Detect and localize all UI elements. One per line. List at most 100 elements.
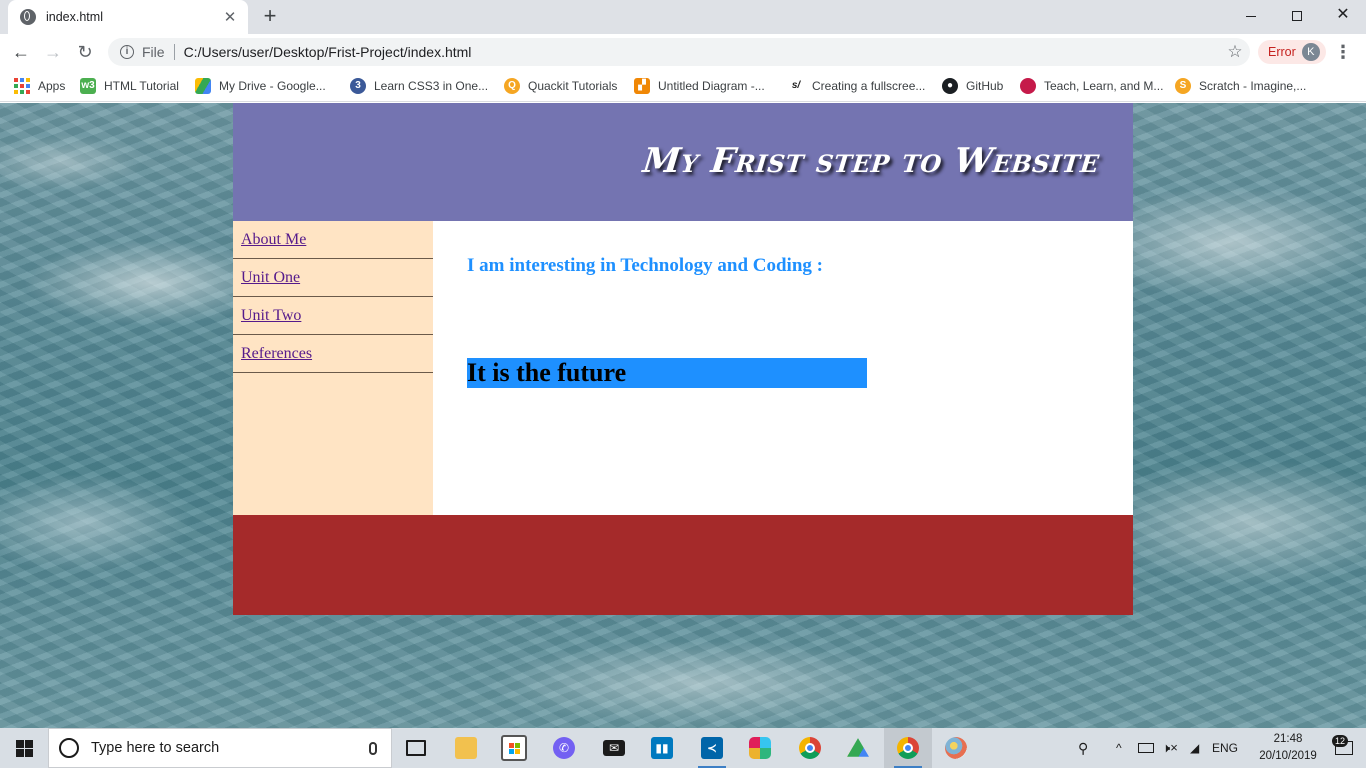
bookmark-html-tutorial[interactable]: w3 HTML Tutorial	[80, 76, 179, 96]
slack-icon	[749, 737, 771, 759]
google-drive-icon	[847, 738, 869, 757]
page-viewport: My Frist step to Website About Me Unit O…	[0, 103, 1366, 728]
profile-error-button[interactable]: Error K	[1258, 40, 1326, 64]
bookmark-github[interactable]: ● GitHub	[942, 76, 1003, 96]
w3schools-icon: w3	[80, 78, 96, 94]
bookmark-label: Learn CSS3 in One...	[374, 79, 489, 93]
minimize-icon	[1246, 15, 1256, 17]
store-bag-icon	[501, 735, 527, 761]
menu-kebab-icon[interactable]: ⋮	[1334, 40, 1352, 64]
bookmark-label: Quackit Tutorials	[528, 79, 618, 93]
back-button[interactable]: ←	[8, 39, 34, 65]
show-hidden-icons-button[interactable]: ^	[1116, 728, 1122, 768]
taskbar-vscode[interactable]: ≺	[688, 728, 736, 768]
taskbar-paint[interactable]	[932, 728, 980, 768]
tab-index-html[interactable]: index.html ✕	[8, 0, 248, 34]
action-center-button[interactable]: 12	[1322, 728, 1366, 768]
bookmark-label: Untitled Diagram -...	[658, 79, 765, 93]
nav-link-references[interactable]: References	[241, 345, 312, 363]
info-icon[interactable]: i	[120, 45, 134, 59]
site-main: I am interesting in Technology and Codin…	[433, 221, 1133, 515]
url-text[interactable]: C:/Users/user/Desktop/Frist-Project/inde…	[184, 44, 1220, 60]
bookmark-untitled-diagram[interactable]: ▞ Untitled Diagram -...	[634, 76, 765, 96]
people-button[interactable]: ⚲	[1078, 728, 1088, 768]
search-placeholder: Type here to search	[91, 740, 220, 756]
quackit-icon: Q	[504, 78, 520, 94]
file-explorer-icon	[455, 737, 477, 759]
bookmark-star-icon[interactable]: ☆	[1220, 42, 1250, 62]
address-divider	[173, 44, 175, 60]
paint-palette-icon	[945, 737, 967, 759]
close-window-button[interactable]: ✕	[1320, 0, 1366, 30]
bookmark-raspberry-pi[interactable]: Teach, Learn, and M...	[1020, 76, 1163, 96]
new-tab-button[interactable]: +	[258, 4, 282, 28]
bookmark-label: Scratch - Imagine,...	[1199, 79, 1307, 93]
taskbar-viber[interactable]: ✆	[540, 728, 588, 768]
nav-item-unit-one: Unit One	[233, 259, 433, 297]
bookmark-learn-css3[interactable]: 3 Learn CSS3 in One...	[350, 76, 488, 96]
microphone-icon[interactable]	[369, 741, 377, 755]
nav-link-unit-two[interactable]: Unit Two	[241, 307, 301, 325]
battery-icon	[1138, 743, 1154, 753]
taskbar-chrome-active[interactable]	[884, 728, 932, 768]
error-label: Error	[1268, 45, 1296, 59]
restore-icon	[1292, 11, 1302, 22]
clock-date: 20/10/2019	[1259, 750, 1317, 762]
chevron-up-icon: ^	[1116, 741, 1122, 755]
bookmark-label: HTML Tutorial	[104, 79, 179, 93]
taskbar-google-drive[interactable]	[834, 728, 882, 768]
people-icon: ⚲	[1078, 739, 1089, 756]
windows-logo-icon	[15, 739, 33, 757]
bookmark-label: GitHub	[966, 79, 1004, 93]
start-button[interactable]	[0, 728, 48, 768]
nav-item-references: References	[233, 335, 433, 373]
network-button[interactable]: ◢	[1190, 728, 1199, 768]
battery-button[interactable]	[1138, 728, 1154, 768]
nav-link-unit-one[interactable]: Unit One	[241, 269, 300, 287]
site-header: My Frist step to Website	[233, 103, 1133, 221]
file-scheme-label: File	[142, 44, 165, 60]
vscode-icon: ≺	[701, 737, 723, 759]
sitepoint-icon: s/	[788, 78, 804, 94]
minimize-button[interactable]	[1228, 0, 1274, 30]
forward-button[interactable]: →	[40, 39, 66, 65]
taskbar-chrome[interactable]	[786, 728, 834, 768]
chrome-icon	[897, 737, 919, 759]
viber-icon: ✆	[553, 737, 575, 759]
google-drive-icon	[195, 78, 211, 94]
taskbar-store[interactable]	[490, 728, 538, 768]
apps-grid-icon	[14, 78, 30, 94]
future-banner: It is the future	[467, 358, 867, 388]
task-view-button[interactable]	[392, 728, 440, 768]
bookmark-google-drive[interactable]: My Drive - Google...	[195, 76, 326, 96]
restore-button[interactable]	[1274, 0, 1320, 30]
tab-close-icon[interactable]: ✕	[222, 8, 238, 26]
bookmark-creating-fullscreen[interactable]: s/ Creating a fullscree...	[788, 76, 925, 96]
site-nav: About Me Unit One Unit Two References	[233, 221, 433, 515]
raspberry-pi-icon	[1020, 78, 1036, 94]
bookmark-apps[interactable]: Apps	[14, 76, 65, 96]
bookmark-quackit[interactable]: Q Quackit Tutorials	[504, 76, 617, 96]
notification-count: 12	[1332, 735, 1349, 747]
taskbar-mail[interactable]: ✉	[590, 728, 638, 768]
site-title: My Frist step to Website	[640, 141, 1102, 181]
language-button[interactable]: ENG	[1212, 728, 1238, 768]
bookmark-scratch[interactable]: S Scratch - Imagine,...	[1175, 76, 1306, 96]
address-bar[interactable]: i File C:/Users/user/Desktop/Frist-Proje…	[108, 38, 1250, 66]
clock[interactable]: 21:48 20/10/2019	[1258, 731, 1318, 765]
bookmark-label: My Drive - Google...	[219, 79, 326, 93]
volume-button[interactable]: 🕨×	[1162, 728, 1178, 768]
nav-link-about-me[interactable]: About Me	[241, 231, 306, 249]
taskbar-file-explorer[interactable]	[442, 728, 490, 768]
bookmark-label: Teach, Learn, and M...	[1044, 79, 1164, 93]
taskbar-search[interactable]: Type here to search	[48, 728, 392, 768]
nav-item-unit-two: Unit Two	[233, 297, 433, 335]
drawio-icon: ▞	[634, 78, 650, 94]
taskbar: Type here to search ✆ ✉ ▮▮ ≺ ⚲ ^ 🕨× ◢ EN…	[0, 728, 1366, 768]
taskbar-trello[interactable]: ▮▮	[638, 728, 686, 768]
reload-button[interactable]: ↻	[72, 39, 98, 65]
trello-icon: ▮▮	[651, 737, 673, 759]
taskbar-slack[interactable]	[736, 728, 784, 768]
tab-title: index.html	[46, 10, 103, 24]
bookmarks-bar: Apps w3 HTML Tutorial My Drive - Google.…	[0, 70, 1366, 102]
